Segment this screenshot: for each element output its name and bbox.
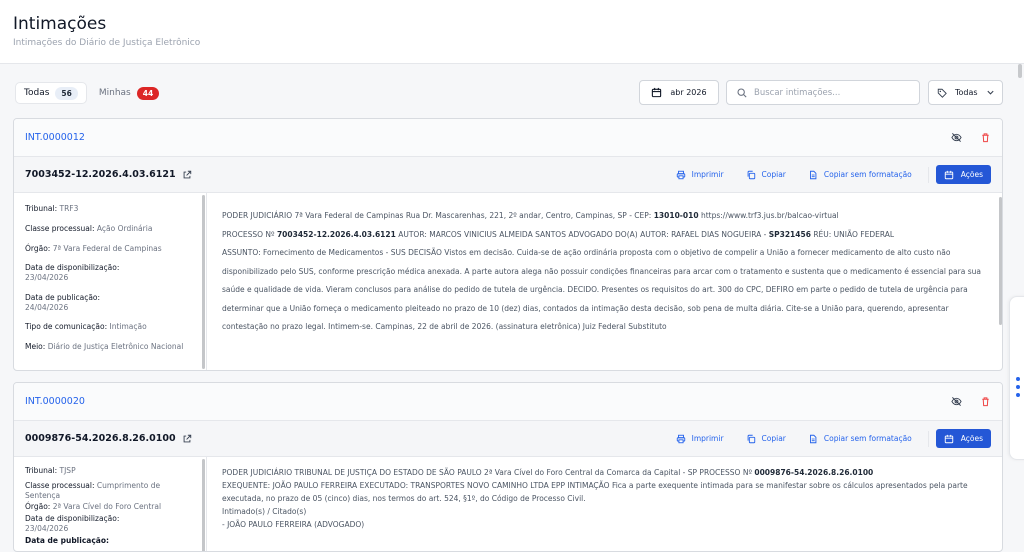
meta-tipo-comunicacao: Tipo de comunicação: Intimação: [25, 322, 147, 332]
copy-icon: [746, 170, 756, 180]
print-label: Imprimir: [691, 170, 724, 179]
printer-icon: [676, 170, 686, 180]
intimacao-card: INT.0000020 0009876-54.2026.8.26.0100 Im…: [13, 382, 1003, 552]
more-icon-dot: [1016, 385, 1020, 389]
tab-minhas[interactable]: Minhas 44: [91, 82, 167, 104]
count-badge: 56: [55, 86, 78, 100]
copy-plain-button[interactable]: Copiar sem formatação: [799, 428, 921, 450]
copy-label: Copiar: [761, 170, 786, 179]
trash-icon[interactable]: [980, 396, 991, 407]
search-input[interactable]: [754, 87, 914, 98]
eye-off-icon[interactable]: [951, 396, 962, 407]
meta-classe: Classe processual: Ação Ordinária: [25, 223, 153, 233]
metadata-panel: Tribunal: TJSP Classe processual: Cumpri…: [14, 457, 207, 551]
more-icon-dot: [1016, 393, 1020, 397]
search-box: [726, 80, 920, 105]
intimacao-card: INT.0000012 7003452-12.2026.4.03.6121 Im…: [13, 118, 1003, 371]
trash-icon[interactable]: [980, 132, 991, 143]
metadata-panel: Tribunal: TRF3 Classe processual: Ação O…: [14, 193, 207, 370]
meta-data-publicacao: Data de publicação: 24/04/2026: [25, 292, 101, 312]
acoes-label: Ações: [960, 170, 983, 179]
meta-orgao: Órgão: 7ª Vara Federal de Campinas: [25, 243, 162, 253]
divider: [927, 166, 929, 183]
copy-button[interactable]: Copiar: [737, 164, 795, 186]
date-filter-label: abr 2026: [670, 88, 707, 97]
card-body: Tribunal: TJSP Classe processual: Cumpri…: [14, 457, 1002, 551]
tag-filter-label: Todas: [955, 88, 978, 97]
print-label: Imprimir: [691, 434, 724, 443]
intimacao-text: PODER JUDICIÁRIO TRIBUNAL DE JUSTIÇA DO …: [222, 468, 968, 529]
calendar-icon: [651, 87, 662, 98]
chevron-down-icon: [986, 88, 995, 97]
document-icon: [808, 434, 818, 444]
document-icon: [808, 170, 818, 180]
copy-label: Copiar: [761, 434, 786, 443]
card-header: INT.0000020: [14, 383, 1002, 421]
date-filter-button[interactable]: abr 2026: [639, 80, 719, 105]
process-bar: 0009876-54.2026.8.26.0100 Imprimir Copia…: [14, 421, 1002, 457]
meta-scrollbar[interactable]: [202, 195, 205, 369]
meta-tribunal: Tribunal: TJSP: [25, 466, 76, 475]
more-icon[interactable]: [1016, 377, 1020, 381]
toolbar: Todas 56 Minhas 44 abr 2026 Todas: [13, 80, 1003, 108]
print-button[interactable]: Imprimir: [667, 428, 733, 450]
count-badge: 44: [136, 86, 160, 100]
copy-button[interactable]: Copiar: [737, 428, 795, 450]
card-body: Tribunal: TRF3 Classe processual: Ação O…: [14, 193, 1002, 370]
tag-filter-select[interactable]: Todas: [928, 80, 1003, 105]
process-bar: 7003452-12.2026.4.03.6121 Imprimir Copia…: [14, 157, 1002, 193]
intimacao-text: PODER JUDICIÁRIO 7ª Vara Federal de Camp…: [222, 211, 981, 331]
acoes-button[interactable]: Ações: [935, 165, 991, 184]
process-number: 0009876-54.2026.8.26.0100: [25, 433, 176, 444]
page-subtitle: Intimações do Diário de Justiça Eletrôni…: [13, 38, 201, 48]
meta-data-publicacao: Data de publicação:: [25, 535, 109, 545]
copy-plain-button[interactable]: Copiar sem formatação: [799, 164, 921, 186]
card-header: INT.0000012: [14, 119, 1002, 157]
print-button[interactable]: Imprimir: [667, 164, 733, 186]
meta-data-disponibilizacao: Data de disponibilização: 23/04/2026: [25, 514, 120, 533]
meta-tribunal: Tribunal: TRF3: [25, 204, 79, 213]
page-header: Intimações Intimações do Diário de Justi…: [0, 0, 1024, 64]
intimacao-id-link[interactable]: INT.0000012: [25, 132, 85, 143]
tab-group: Todas 56 Minhas 44: [15, 82, 167, 104]
page-scrollbar[interactable]: [1018, 64, 1022, 78]
meta-data-disponibilizacao: Data de disponibilização: 23/04/2026: [25, 263, 120, 282]
external-link-icon[interactable]: [182, 434, 192, 444]
tag-icon: [937, 88, 947, 98]
eye-off-icon[interactable]: [951, 132, 962, 143]
acoes-label: Ações: [960, 434, 983, 443]
calendar-check-icon: [944, 434, 954, 444]
meta-classe: Classe processual: Cumprimento de Senten…: [25, 480, 161, 500]
copy-icon: [746, 434, 756, 444]
external-link-icon[interactable]: [182, 170, 192, 180]
process-number: 7003452-12.2026.4.03.6121: [25, 169, 176, 180]
meta-scrollbar[interactable]: [202, 459, 205, 551]
acoes-button[interactable]: Ações: [935, 429, 991, 448]
tab-label: Todas: [24, 88, 50, 98]
meta-orgao: Órgão: 2ª Vara Cível do Foro Central: [25, 502, 162, 512]
copy-plain-label: Copiar sem formatação: [823, 434, 912, 443]
printer-icon: [676, 434, 686, 444]
text-scrollbar[interactable]: [999, 197, 1002, 325]
search-icon: [737, 87, 747, 98]
meta-meio: Meio: Diário de Justiça Eletrônico Nacio…: [25, 342, 184, 351]
divider: [927, 430, 929, 447]
intimacao-id-link[interactable]: INT.0000020: [25, 396, 85, 407]
copy-plain-label: Copiar sem formatação: [823, 170, 912, 179]
calendar-check-icon: [944, 170, 954, 180]
tab-label: Minhas: [98, 88, 131, 98]
tab-todas[interactable]: Todas 56: [15, 82, 87, 104]
page-title: Intimações: [13, 14, 107, 34]
